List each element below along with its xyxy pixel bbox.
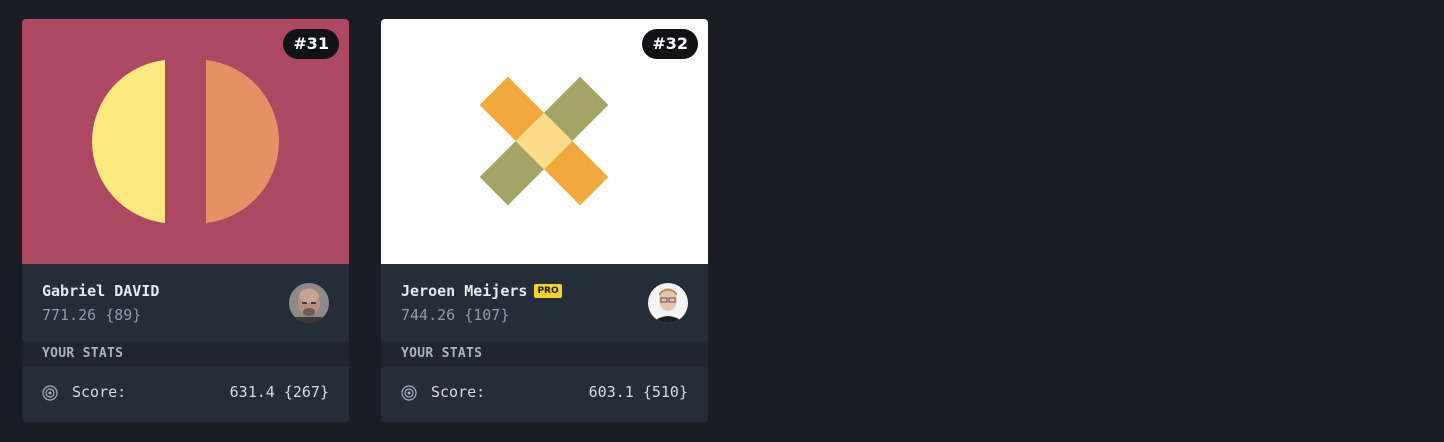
author-score: 744.26 {107}	[401, 306, 510, 324]
rank-badge: #32	[642, 29, 698, 59]
stats-value: 603.1 {510}	[588, 383, 688, 401]
avatar[interactable]	[289, 283, 329, 323]
author-name[interactable]: Jeroen Meijers PRO	[401, 282, 562, 300]
target-icon	[401, 385, 417, 401]
stats-row: Score: 603.1 {510}	[381, 367, 708, 422]
stats-header: YOUR STATS	[381, 341, 708, 367]
avatar[interactable]	[648, 283, 688, 323]
target-icon	[42, 385, 58, 401]
card[interactable]: #31 Gabriel DAVID 771.26 {89} YOUR STATS	[22, 19, 349, 422]
stats-label: Score:	[72, 383, 127, 401]
pro-badge: PRO	[534, 284, 562, 298]
rank-badge: #31	[283, 29, 339, 59]
stats-header: YOUR STATS	[22, 341, 349, 367]
card-art[interactable]: #32	[381, 19, 708, 264]
author-score: 771.26 {89}	[42, 306, 142, 324]
author-section: Jeroen Meijers PRO 744.26 {107}	[381, 264, 708, 341]
stats-row: Score: 631.4 {267}	[22, 367, 349, 422]
stats-label: Score:	[431, 383, 486, 401]
cards-grid: #31 Gabriel DAVID 771.26 {89} YOUR STATS	[22, 19, 708, 422]
author-name-text[interactable]: Jeroen Meijers	[401, 282, 527, 300]
card[interactable]: #32 Jeroen Meijers PRO 744.26 {107} YOUR…	[381, 19, 708, 422]
author-section: Gabriel DAVID 771.26 {89}	[22, 264, 349, 341]
author-name[interactable]: Gabriel DAVID	[42, 282, 159, 300]
card-art[interactable]: #31	[22, 19, 349, 264]
stats-value: 631.4 {267}	[229, 383, 329, 401]
author-name-text[interactable]: Gabriel DAVID	[42, 282, 159, 300]
